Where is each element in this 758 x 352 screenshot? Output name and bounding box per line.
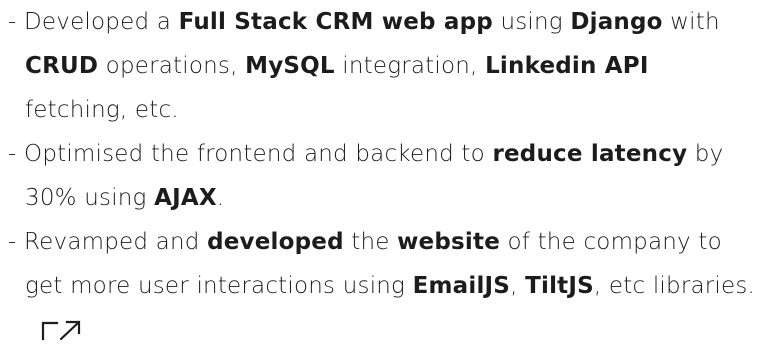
bullet-text: operations, — [98, 53, 246, 79]
bullet-text: using — [492, 9, 571, 35]
external-link-icon[interactable] — [41, 317, 87, 341]
highlight-term: CRUD — [25, 53, 99, 79]
bullet-text: fetching, etc. — [25, 97, 179, 123]
bullet-text: . — [216, 185, 225, 211]
bullet-text: integration, — [334, 53, 486, 79]
bullet-text: with — [662, 9, 720, 35]
bullet-latency: - Optimised the frontend and backend to … — [8, 132, 756, 220]
highlight-term: Linkedin API — [485, 53, 649, 79]
highlight-term: Django — [570, 9, 663, 35]
bullet-text: , etc libraries. — [593, 273, 756, 299]
highlight-term: TiltJS — [525, 273, 594, 299]
highlight-term: MySQL — [245, 53, 335, 79]
highlight-term: Full Stack CRM web app — [178, 9, 493, 35]
highlight-term: AJAX — [154, 185, 217, 211]
experience-bullet-list: - Developed a Full Stack CRM web app usi… — [8, 0, 756, 352]
highlight-term: reduce latency — [492, 141, 688, 167]
bullet-text: - Optimised the frontend and backend to — [8, 141, 493, 167]
bullet-text: the — [343, 229, 398, 255]
bullet-website: - Revamped and developed the website of … — [8, 220, 756, 352]
bullet-text: - Revamped and — [8, 229, 208, 255]
highlight-term: EmailJS — [412, 273, 511, 299]
bullet-crm-app: - Developed a Full Stack CRM web app usi… — [8, 0, 756, 132]
highlight-term: developed — [207, 229, 344, 255]
bullet-text: - Developed a — [8, 9, 179, 35]
highlight-term: website — [397, 229, 500, 255]
bullet-text: , — [510, 273, 526, 299]
